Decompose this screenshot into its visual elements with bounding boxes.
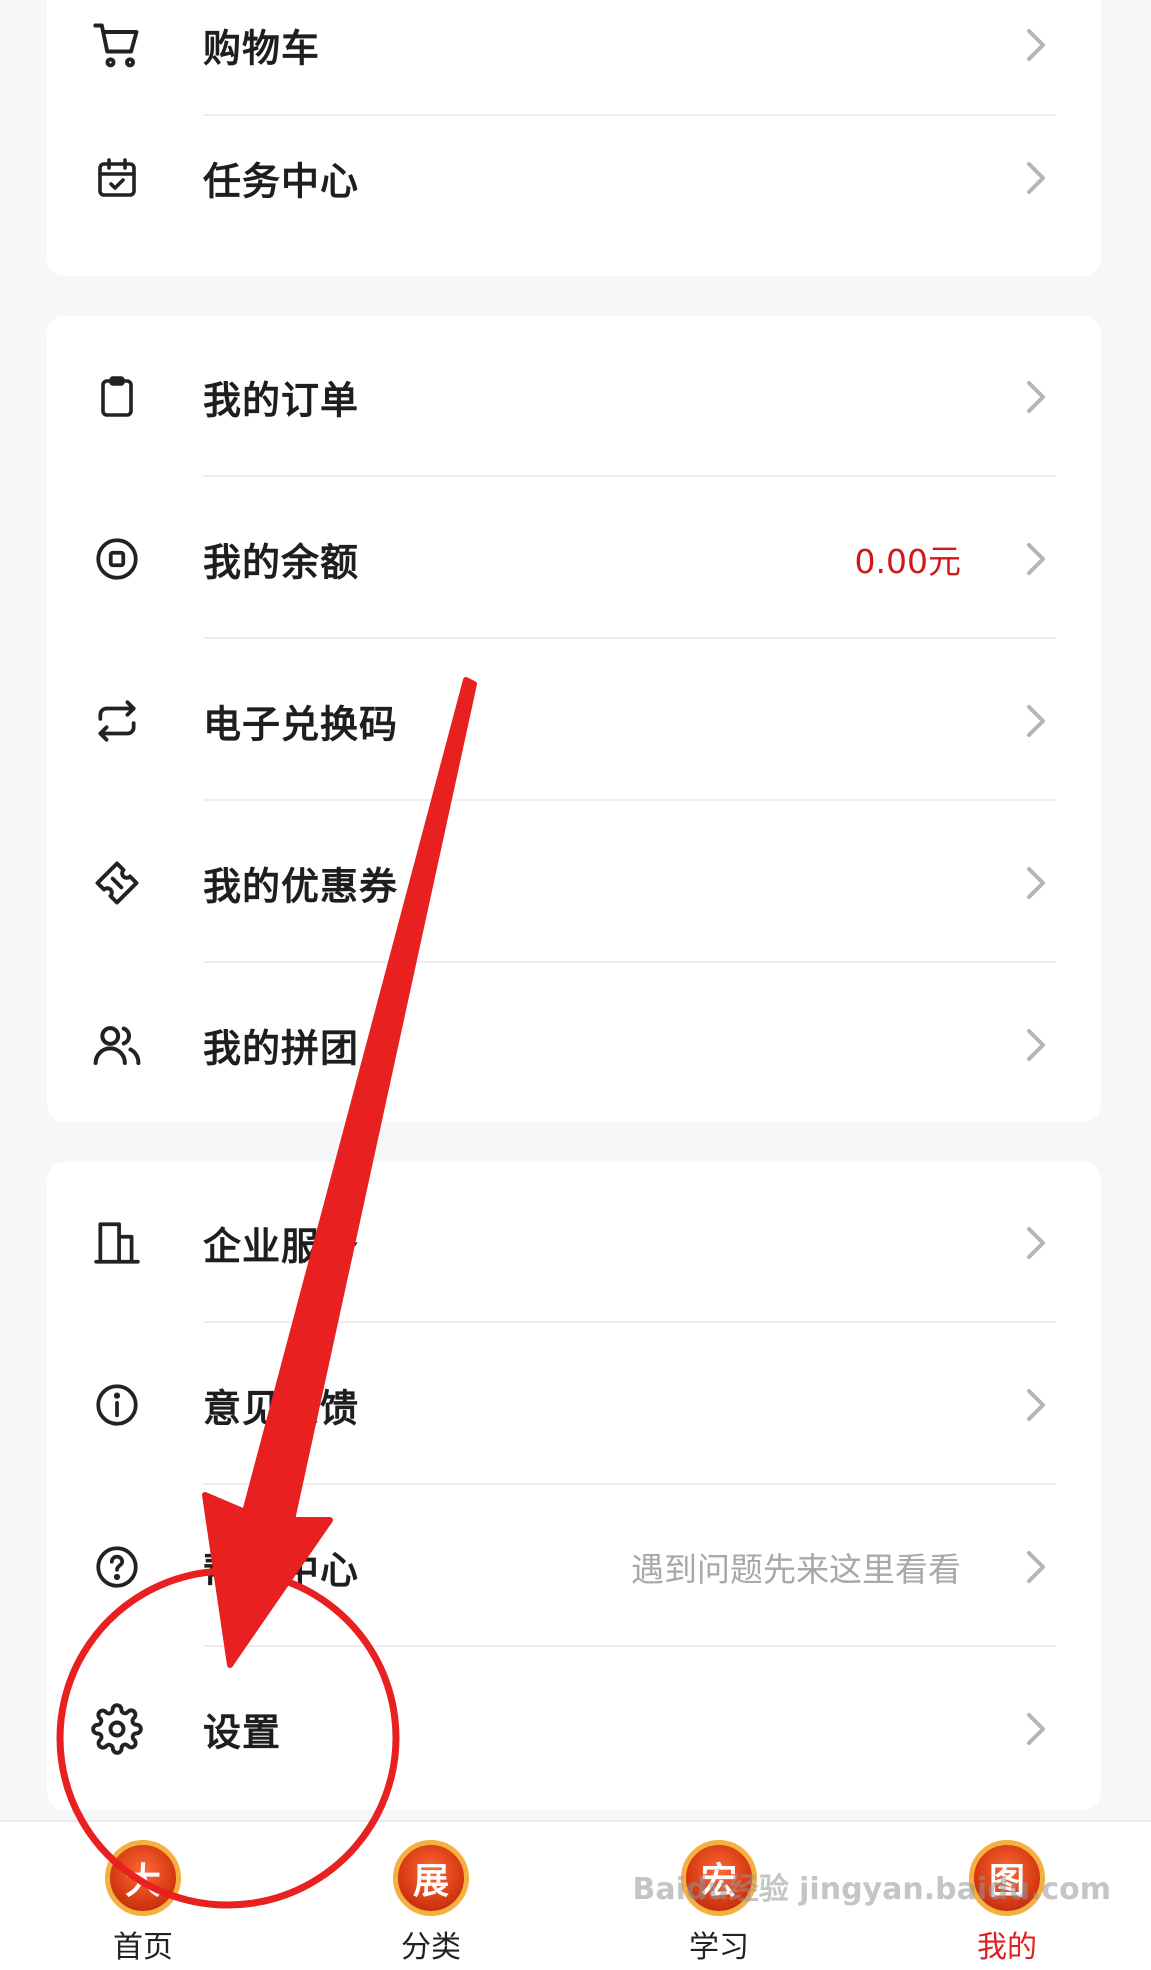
chevron-right-icon	[1027, 1551, 1045, 1583]
menu-label: 设置	[203, 1710, 282, 1755]
divider	[203, 799, 1056, 801]
ticket-icon	[87, 853, 147, 913]
menu-label: 我的余额	[203, 540, 360, 585]
chevron-right-icon	[1027, 29, 1045, 61]
info-icon	[87, 1375, 147, 1435]
chevron-right-icon	[1027, 1713, 1045, 1745]
menu-label: 帮助中心	[203, 1548, 360, 1593]
cart-icon	[87, 15, 147, 75]
chevron-right-icon	[1027, 1227, 1045, 1259]
chevron-right-icon	[1027, 1029, 1045, 1061]
tab-category-icon: 展	[393, 1840, 469, 1916]
divider	[203, 961, 1056, 963]
chevron-right-icon	[1027, 705, 1045, 737]
menu-label: 电子兑换码	[203, 702, 399, 747]
tab-category[interactable]: 展 分类	[346, 1822, 516, 1970]
tab-label: 分类	[401, 1930, 461, 1965]
divider	[203, 1483, 1056, 1485]
menu-row-feedback[interactable]: 意见反馈	[47, 1324, 1101, 1486]
chevron-right-icon	[1027, 1389, 1045, 1421]
tab-home-icon: 大	[105, 1840, 181, 1916]
menu-row-help-center[interactable]: 帮助中心 遇到问题先来这里看看	[47, 1486, 1101, 1648]
coin-icon	[87, 529, 147, 589]
menu-label: 我的拼团	[203, 1026, 360, 1071]
menu-label: 任务中心	[203, 159, 360, 204]
menu-row-settings[interactable]: 设置	[47, 1648, 1101, 1810]
menu-label: 我的订单	[203, 378, 360, 423]
tab-label: 学习	[689, 1930, 749, 1965]
menu-card-services: 企业服务 意见反馈 帮助中心 遇到问题先来这里看看 设置	[47, 1162, 1101, 1810]
menu-label: 我的优惠券	[203, 864, 399, 909]
calendar-check-icon	[87, 148, 147, 208]
exchange-icon	[87, 691, 147, 751]
menu-card-shopping: 购物车 任务中心	[47, 0, 1101, 276]
menu-row-enterprise[interactable]: 企业服务	[47, 1162, 1101, 1324]
menu-label: 意见反馈	[203, 1386, 360, 1431]
menu-row-task-center[interactable]: 任务中心	[47, 97, 1101, 259]
chevron-right-icon	[1027, 381, 1045, 413]
help-hint: 遇到问题先来这里看看	[631, 1550, 961, 1589]
menu-row-balance[interactable]: 我的余额 0.00元	[47, 478, 1101, 640]
menu-row-group-buy[interactable]: 我的拼团	[47, 964, 1101, 1126]
menu-label: 企业服务	[203, 1224, 360, 1269]
menu-card-account: 我的订单 我的余额 0.00元 电子兑换码 我的优惠券 我的拼团	[47, 316, 1101, 1122]
watermark: Baidu经验 jingyan.baidu.com	[632, 1872, 1111, 1907]
menu-row-orders[interactable]: 我的订单	[47, 316, 1101, 478]
tab-label: 我的	[977, 1930, 1037, 1965]
clipboard-icon	[87, 367, 147, 427]
menu-row-coupons[interactable]: 我的优惠券	[47, 802, 1101, 964]
chevron-right-icon	[1027, 543, 1045, 575]
chevron-right-icon	[1027, 867, 1045, 899]
divider	[203, 1321, 1056, 1323]
divider	[203, 1645, 1056, 1647]
help-icon	[87, 1537, 147, 1597]
building-icon	[87, 1213, 147, 1273]
divider	[203, 637, 1056, 639]
tab-label: 首页	[113, 1930, 173, 1965]
balance-value: 0.00元	[854, 542, 961, 581]
menu-row-redeem-code[interactable]: 电子兑换码	[47, 640, 1101, 802]
users-icon	[87, 1015, 147, 1075]
bottom-tab-bar: 大 首页 展 分类 宏 学习 图 我的 Baidu经验 jingyan.baid…	[0, 1820, 1151, 1970]
divider	[203, 475, 1056, 477]
gear-icon	[87, 1699, 147, 1759]
menu-label: 购物车	[203, 26, 321, 71]
chevron-right-icon	[1027, 162, 1045, 194]
tab-home[interactable]: 大 首页	[58, 1822, 228, 1970]
